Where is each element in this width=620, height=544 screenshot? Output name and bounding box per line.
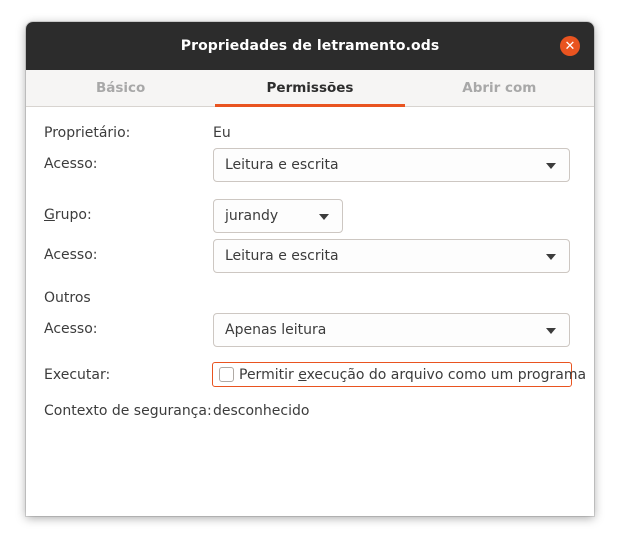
tab-permissoes[interactable]: Permissões [215,70,405,107]
title-bar: Propriedades de letramento.ods ✕ [26,22,594,70]
dropdown-arrow-icon [546,163,556,169]
group-access-value: Leitura e escrita [225,248,339,264]
execute-text-before: Permitir [239,366,299,383]
owner-value: Eu [213,125,231,141]
group-access-dropdown[interactable]: Leitura e escrita [213,239,570,273]
security-label: Contexto de segurança: [44,403,212,419]
execute-text-mnemonic: e [298,366,307,383]
owner-access-dropdown[interactable]: Leitura e escrita [213,148,570,182]
others-access-value: Apenas leitura [225,322,327,338]
window-title: Propriedades de letramento.ods [180,38,440,54]
dropdown-arrow-icon [546,328,556,334]
group-label-mnemonic: G [44,207,55,223]
close-icon: ✕ [564,38,576,54]
close-button[interactable]: ✕ [560,36,580,56]
owner-access-value: Leitura e escrita [225,157,339,173]
tab-basico[interactable]: Básico [26,70,215,106]
group-dropdown[interactable]: jurandy [213,199,343,233]
execute-checkbox-label: Permitir execução do arquivo como um pro… [239,367,586,383]
execute-checkbox-row[interactable]: Permitir execução do arquivo como um pro… [212,362,586,387]
execute-text-after: xecução do arquivo como um programa [306,366,587,383]
group-value: jurandy [225,208,279,224]
group-access-label: Acesso: [44,247,98,263]
others-access-dropdown[interactable]: Apenas leitura [213,313,570,347]
properties-dialog: Propriedades de letramento.ods ✕ Básico … [26,22,594,516]
execute-label: Executar: [44,367,111,383]
tab-bar: Básico Permissões Abrir com [26,70,594,107]
group-label-rest: rupo: [54,207,92,223]
owner-label: Proprietário: [44,125,131,141]
owner-access-label: Acesso: [44,156,98,172]
security-value: desconhecido [213,403,310,419]
others-label: Outros [44,290,91,306]
others-access-label: Acesso: [44,321,98,337]
group-label: Grupo: [44,207,92,223]
dropdown-arrow-icon [546,254,556,260]
tab-abrir-com[interactable]: Abrir com [405,70,594,106]
dropdown-arrow-icon [319,214,329,220]
execute-checkbox[interactable] [219,367,234,382]
